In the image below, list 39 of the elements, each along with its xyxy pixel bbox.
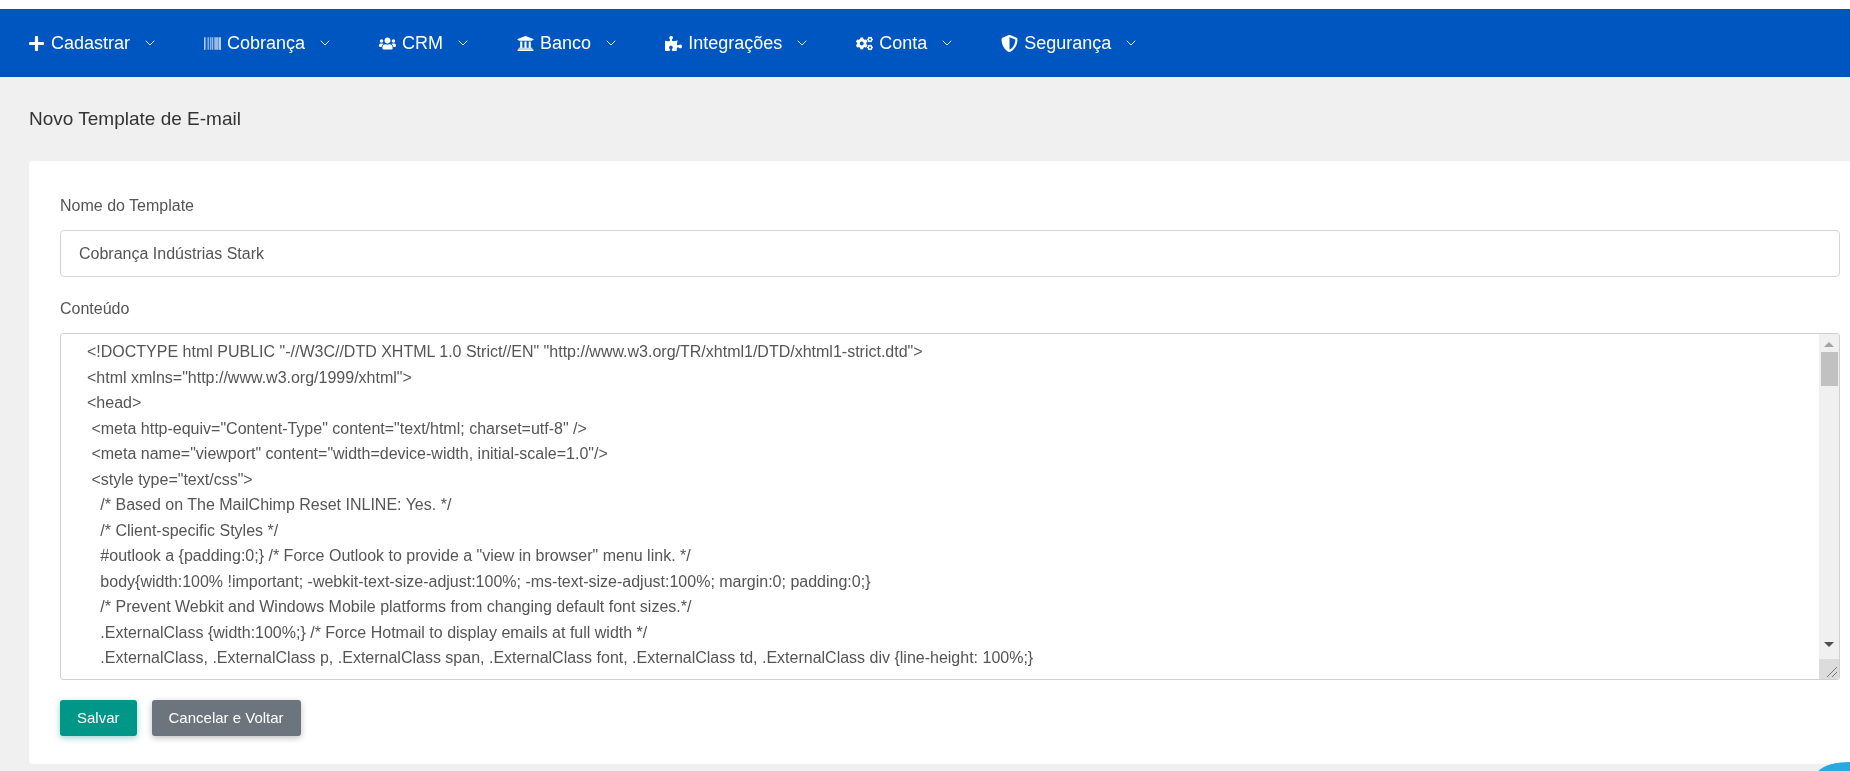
bank-building-icon xyxy=(517,34,535,52)
code-line: .ExternalClass {width:100%;} /* Force Hotmail to display emails at full width */ xyxy=(99,622,648,643)
floating-chat-button[interactable] xyxy=(1818,762,1850,771)
code-line: <!DOCTYPE html PUBLIC "-//W3C//DTD XHTML 1.0 Strict//EN" "http://www.w3.org/TR/xhtml1/DTD/xhtml1-strict.dtd"> xyxy=(87,342,923,362)
code-line: <head> xyxy=(87,393,142,413)
save-button[interactable]: Salvar xyxy=(60,700,137,736)
code-line: /* Client-specific Styles */ xyxy=(99,520,279,541)
field-label: Conteúdo xyxy=(60,299,131,319)
barcode-icon xyxy=(204,34,222,52)
plus-icon xyxy=(28,34,45,52)
shield-icon xyxy=(1001,34,1019,52)
code-line: <meta name="viewport" content="width=device-width, initial-scale=1.0"/> xyxy=(90,444,608,464)
scroll-down-arrow-icon[interactable] xyxy=(1824,642,1834,647)
scroll-up-arrow-icon[interactable] xyxy=(1824,342,1834,347)
nav-menu-item[interactable]: Banco xyxy=(517,29,620,57)
scrollbar-thumb[interactable] xyxy=(1820,352,1838,386)
code-line: <html xmlns="http://www.w3.org/1999/xhtml"> xyxy=(87,367,412,388)
code-line: body{width:100% !important; -webkit-text-size-adjust:100%; -ms-text-size-adjust:100%; margin:0; padding:0;} xyxy=(99,571,871,592)
code-line: /* Prevent Webkit and Windows Mobile platforms from changing default font sizes.*/ xyxy=(99,597,692,617)
code-line: <style type="text/css"> xyxy=(90,469,253,490)
scrollbar[interactable] xyxy=(1819,334,1839,679)
page-title: Novo Template de E-mail xyxy=(29,107,242,131)
content-textarea[interactable] xyxy=(60,333,1840,680)
code-line: /* Based on The MailChimp Reset INLINE: Yes. */ xyxy=(99,495,452,515)
field-label: Nome do Template xyxy=(60,196,195,216)
nav-menu-item[interactable]: Cadastrar xyxy=(28,29,159,57)
code-line: #outlook a {padding:0;} /* Force Outlook to provide a "view in browser" menu link. */ xyxy=(99,546,691,566)
nav-menu-item[interactable]: Integrações xyxy=(665,29,811,57)
cancel-button[interactable]: Cancelar e Voltar xyxy=(151,700,301,736)
gears-icon xyxy=(856,34,874,52)
nav-menu-item[interactable]: CRM xyxy=(379,29,472,57)
nav-menu-item[interactable]: Conta xyxy=(856,29,956,57)
nav-menu-item[interactable]: Segurança xyxy=(1001,29,1140,57)
template-name-input[interactable]: Cobrança Indústrias Stark xyxy=(60,230,1840,277)
puzzle-piece-icon xyxy=(665,34,683,52)
code-line: <meta http-equiv="Content-Type" content="text/html; charset=utf-8" /> xyxy=(90,418,587,439)
code-line: .ExternalClass, .ExternalClass p, .ExternalClass span, .ExternalClass font, .ExternalClass td, .ExternalClass div {line-height: 100%;} xyxy=(99,648,1034,668)
nav-menu-item[interactable]: Cobrança xyxy=(204,29,334,57)
resize-handle-icon[interactable] xyxy=(1819,659,1839,679)
